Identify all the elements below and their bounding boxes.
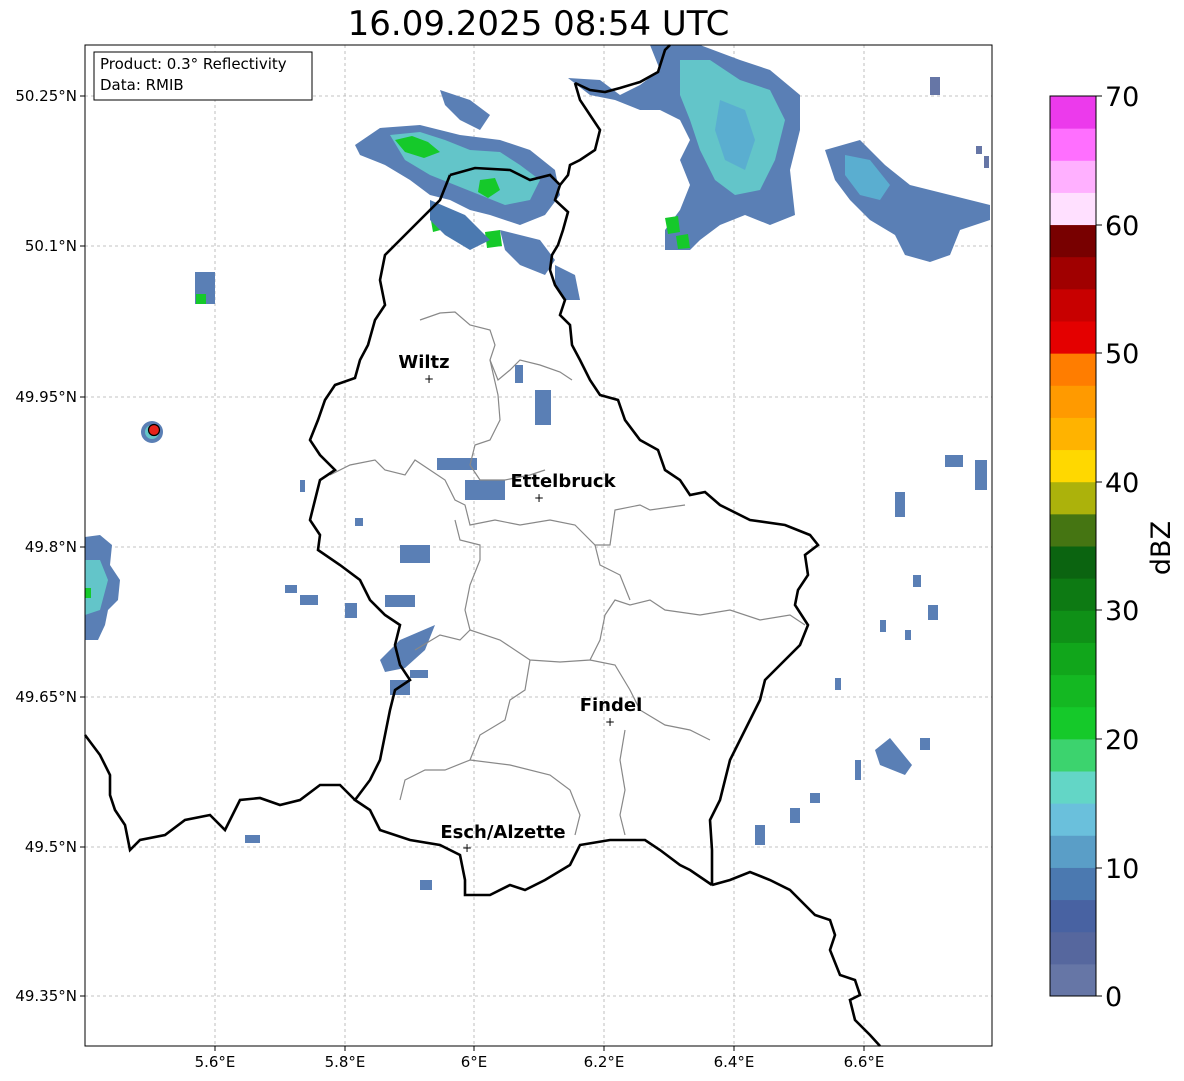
town-label-esch-alzette: Esch/Alzette	[440, 822, 565, 843]
lat-label: 49.8°N	[25, 538, 77, 556]
colorbar-segment	[1050, 835, 1096, 868]
colorbar-segment	[1050, 192, 1096, 226]
colorbar-unit-label: dBZ	[1146, 521, 1177, 575]
radar-map-figure: Wiltz + Ettelbruck + Findel + Esch/Alzet…	[15, 44, 1177, 1071]
colorbar-segment	[1050, 674, 1096, 708]
colorbar-segment	[1050, 867, 1096, 901]
colorbar-tick-label: 10	[1105, 854, 1139, 885]
colorbar-tick-label: 50	[1105, 339, 1139, 370]
colorbar-segment	[1050, 96, 1096, 129]
radar-site-marker	[147, 423, 161, 437]
lat-label: 50.1°N	[25, 237, 77, 255]
colorbar-tick-label: 30	[1105, 596, 1139, 627]
colorbar-segment	[1050, 417, 1096, 451]
lon-tick-labels: 5.6°E 5.8°E 6°E 6.2°E 6.4°E 6.6°E	[195, 1053, 885, 1071]
lon-label: 6.4°E	[714, 1053, 755, 1071]
colorbar-segment	[1050, 321, 1096, 354]
info-data-source: Data: RMIB	[100, 76, 184, 94]
lat-label: 50.25°N	[15, 87, 77, 105]
colorbar-tick-label: 70	[1105, 82, 1139, 113]
lat-label: 49.5°N	[25, 838, 77, 856]
colorbar-ticks	[1096, 95, 1102, 997]
lon-label: 6°E	[461, 1053, 488, 1071]
lon-label: 5.6°E	[195, 1053, 236, 1071]
colorbar-segment	[1050, 160, 1096, 193]
lon-label: 6.2°E	[584, 1053, 625, 1071]
lat-label: 49.95°N	[15, 388, 77, 406]
town-label-wiltz: Wiltz	[398, 352, 449, 373]
lat-label: 49.35°N	[15, 987, 77, 1005]
colorbar-segment	[1050, 481, 1096, 515]
colorbar-segment	[1050, 128, 1096, 161]
info-box: Product: 0.3° Reflectivity Data: RMIB	[93, 51, 313, 101]
lon-label: 6.6°E	[844, 1053, 885, 1071]
town-marker-icon: +	[534, 491, 544, 505]
town-marker-icon: +	[605, 715, 615, 729]
colorbar-segment	[1050, 771, 1096, 804]
colorbar-segment	[1050, 224, 1096, 258]
colorbar-segment	[1050, 546, 1096, 579]
town-label-ettelbruck: Ettelbruck	[510, 471, 616, 492]
colorbar-segment	[1050, 706, 1096, 740]
colorbar-segment	[1050, 288, 1096, 322]
colorbar-segment	[1050, 353, 1096, 386]
info-product: Product: 0.3° Reflectivity	[100, 55, 287, 73]
lon-label: 5.8°E	[325, 1053, 366, 1071]
colorbar-tick-label: 60	[1105, 211, 1139, 242]
colorbar-segment	[1050, 642, 1096, 676]
colorbar-segment	[1050, 385, 1096, 418]
lat-tick-labels: 50.25°N 50.1°N 49.95°N 49.8°N 49.65°N 49…	[15, 87, 77, 1005]
colorbar-segment	[1050, 449, 1096, 483]
colorbar-segment	[1050, 899, 1096, 933]
colorbar-segment	[1050, 931, 1096, 965]
colorbar-segment	[1050, 578, 1096, 611]
colorbar-segment	[1050, 803, 1096, 836]
colorbar-segment	[1050, 513, 1096, 547]
town-marker-icon: +	[462, 841, 472, 855]
colorbar-tick-label: 20	[1105, 725, 1139, 756]
colorbar: 70 60 50 40 30 20 10 0 dBZ	[1049, 82, 1177, 1013]
colorbar-segment	[1050, 738, 1096, 772]
colorbar-segment	[1050, 610, 1096, 643]
colorbar-segment	[1050, 963, 1096, 997]
town-marker-icon: +	[424, 372, 434, 386]
town-label-findel: Findel	[580, 695, 643, 716]
colorbar-tick-label: 0	[1105, 982, 1122, 1013]
colorbar-tick-label: 40	[1105, 468, 1139, 499]
colorbar-segment	[1050, 256, 1096, 290]
lat-label: 49.65°N	[15, 688, 77, 706]
colorbar-segments	[1050, 96, 1096, 997]
